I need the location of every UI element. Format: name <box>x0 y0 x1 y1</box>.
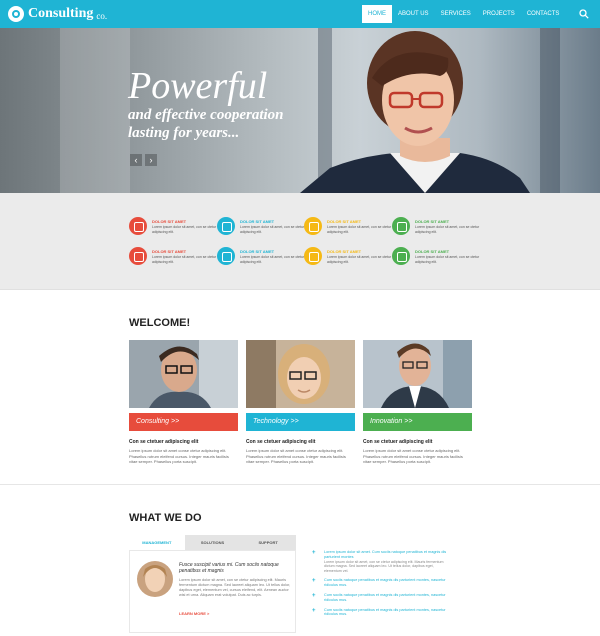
card-text: Lorem ipsum dolor sit amet conse ctetur … <box>129 448 229 464</box>
nav-services[interactable]: SERVICES <box>435 5 477 23</box>
feature-item: DOLOR SIT AMET Lorem ipsum dolor sit ame… <box>304 217 392 237</box>
feature-text: Lorem ipsum dolor sit amet, con se ctetu… <box>415 255 480 264</box>
businessman-photo[interactable] <box>363 340 472 408</box>
brand-name: Consulting <box>28 6 94 21</box>
feature-text: Lorem ipsum dolor sit amet, con se ctetu… <box>415 225 480 234</box>
card-text: Lorem ipsum dolor sit amet conse ctetur … <box>246 448 346 464</box>
panel-title: Fusce suscipit varius mi. Cum sociis nat… <box>179 562 279 574</box>
nav-contacts[interactable]: CONTACTS <box>521 5 566 23</box>
list-item-title[interactable]: Cum sociis natoque penatibus et magnis d… <box>324 578 452 588</box>
prev-slide-button[interactable]: ‹ <box>130 154 142 166</box>
card-caption: Con se ctetuer adipiscing elit <box>129 439 199 445</box>
feature-title: DOLOR SIT AMET <box>415 249 450 254</box>
feature-item: DOLOR SIT AMET Lorem ipsum dolor sit ame… <box>129 217 217 237</box>
welcome-card: Technology >> Con se ctetuer adipiscing … <box>246 340 355 465</box>
tab-solutions[interactable]: SOLUTIONS <box>184 535 241 550</box>
welcome-heading: WELCOME! <box>129 317 191 329</box>
welcome-card: Innovation >> Con se ctetuer adipiscing … <box>363 340 472 465</box>
nav-about-us[interactable]: ABOUT US <box>392 5 435 23</box>
feature-title: DOLOR SIT AMET <box>152 219 187 224</box>
list-item: + Cum sociis natoque penatibus et magnis… <box>312 578 452 588</box>
features-section: DOLOR SIT AMET Lorem ipsum dolor sit ame… <box>0 193 600 290</box>
welcome-card: Consulting >> Con se ctetuer adipiscing … <box>129 340 238 465</box>
service-list: + Lorem ipsum dolor sit amet. Cum sociis… <box>312 550 452 622</box>
next-slide-button[interactable]: › <box>145 154 157 166</box>
calendar-icon <box>304 217 322 235</box>
line-chart-icon <box>392 247 410 265</box>
card-caption: Con se ctetuer adipiscing elit <box>363 439 433 445</box>
tab-panel: Fusce suscipit varius mi. Cum sociis nat… <box>129 550 296 633</box>
feature-item: DOLOR SIT AMET Lorem ipsum dolor sit ame… <box>392 217 480 237</box>
card-text: Lorem ipsum dolor sit amet conse ctetur … <box>363 448 463 464</box>
plus-icon: + <box>312 550 316 556</box>
feature-item: DOLOR SIT AMET Lorem ipsum dolor sit ame… <box>392 247 480 267</box>
feature-text: Lorem ipsum dolor sit amet, con se ctetu… <box>327 225 392 234</box>
list-item: + Lorem ipsum dolor sit amet. Cum sociis… <box>312 550 452 573</box>
logo[interactable]: Consulting co. <box>8 6 107 22</box>
hero-title: Powerful <box>128 65 268 107</box>
plus-icon: + <box>312 578 316 585</box>
services-tabs: MANAGEMENT SOLUTIONS SUPPORT <box>129 535 297 550</box>
hero-subtitle: and effective cooperation lasting for ye… <box>128 107 284 141</box>
feature-item: DOLOR SIT AMET Lorem ipsum dolor sit ame… <box>129 247 217 267</box>
brand-suffix: co. <box>96 10 108 21</box>
search-icon[interactable] <box>579 9 589 19</box>
feature-item: DOLOR SIT AMET Lorem ipsum dolor sit ame… <box>304 247 392 267</box>
tab-management[interactable]: MANAGEMENT <box>129 535 185 550</box>
feature-text: Lorem ipsum dolor sit amet, con se ctetu… <box>240 225 305 234</box>
hero-woman-photo <box>300 31 530 193</box>
feature-item: DOLOR SIT AMET Lorem ipsum dolor sit ame… <box>217 247 305 267</box>
background-column <box>540 28 560 193</box>
nav-projects[interactable]: PROJECTS <box>477 5 521 23</box>
plus-icon: + <box>312 607 316 614</box>
plus-icon: + <box>312 592 316 599</box>
feature-text: Lorem ipsum dolor sit amet, con se ctetu… <box>240 255 305 264</box>
innovation-link[interactable]: Innovation >> <box>363 413 472 431</box>
list-item-title[interactable]: Cum sociis natoque penatibus et magnis d… <box>324 608 452 618</box>
list-item-title[interactable]: Cum sociis natoque penatibus et magnis d… <box>324 593 452 603</box>
background-window <box>60 28 130 193</box>
feature-title: DOLOR SIT AMET <box>240 219 275 224</box>
logo-icon <box>8 6 24 22</box>
main-menu: HOME ABOUT US SERVICES PROJECTS CONTACTS <box>362 0 565 28</box>
top-navbar: Consulting co. HOME ABOUT US SERVICES PR… <box>0 0 600 28</box>
what-we-do-heading: WHAT WE DO <box>129 512 202 524</box>
stamp-icon <box>392 217 410 235</box>
hero-slider: Powerful and effective cooperation lasti… <box>0 28 600 193</box>
list-item-text: Lorem ipsum dolor sit amet, con se ctetu… <box>324 559 444 573</box>
consulting-link[interactable]: Consulting >> <box>129 413 238 431</box>
slider-arrows: ‹ › <box>130 154 160 166</box>
avatar <box>137 561 173 597</box>
feature-title: DOLOR SIT AMET <box>240 249 275 254</box>
nav-home[interactable]: HOME <box>362 5 392 23</box>
section-divider <box>0 484 600 485</box>
panel-text: Lorem ipsum dolor sit amet, con se ctetu… <box>179 578 291 597</box>
woman-with-glasses-photo[interactable] <box>246 340 355 408</box>
feature-text: Lorem ipsum dolor sit amet, con se ctetu… <box>327 255 392 264</box>
chart-icon <box>217 217 235 235</box>
list-item: + Cum sociis natoque penatibus et magnis… <box>312 593 452 603</box>
feature-text: Lorem ipsum dolor sit amet, con se ctetu… <box>152 225 217 234</box>
list-item: + Cum sociis natoque penatibus et magnis… <box>312 608 452 618</box>
technology-link[interactable]: Technology >> <box>246 413 355 431</box>
man-with-glasses-photo[interactable] <box>129 340 238 408</box>
feature-title: DOLOR SIT AMET <box>327 219 362 224</box>
feature-item: DOLOR SIT AMET Lorem ipsum dolor sit ame… <box>217 217 305 237</box>
tab-support[interactable]: SUPPORT <box>240 535 297 550</box>
bar-chart-icon <box>129 247 147 265</box>
briefcase-icon <box>129 217 147 235</box>
learn-more-link[interactable]: LEARN MORE > <box>179 611 209 616</box>
feature-title: DOLOR SIT AMET <box>415 219 450 224</box>
pen-icon <box>304 247 322 265</box>
feature-text: Lorem ipsum dolor sit amet, con se ctetu… <box>152 255 217 264</box>
paperclip-icon <box>217 247 235 265</box>
card-caption: Con se ctetuer adipiscing elit <box>246 439 316 445</box>
feature-title: DOLOR SIT AMET <box>327 249 362 254</box>
list-item-title[interactable]: Lorem ipsum dolor sit amet. Cum sociis n… <box>324 550 452 560</box>
feature-title: DOLOR SIT AMET <box>152 249 187 254</box>
